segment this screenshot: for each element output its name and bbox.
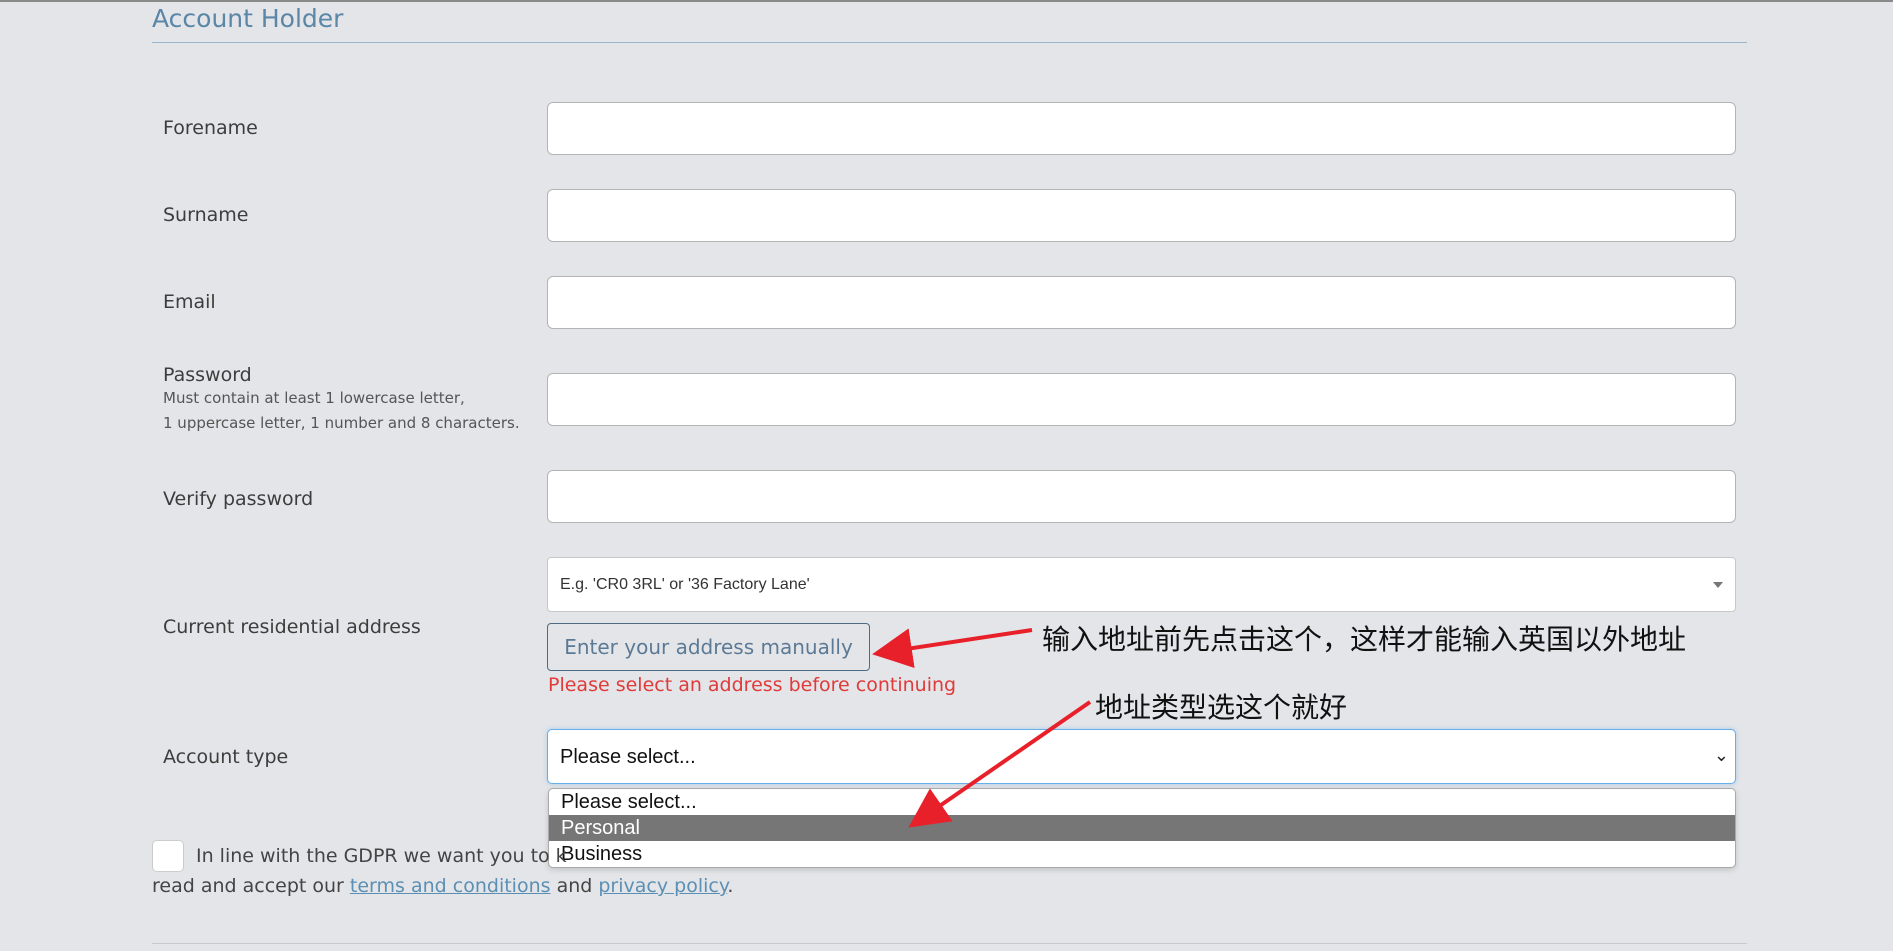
enter-address-manually-button[interactable]: Enter your address manually <box>547 623 870 671</box>
address-error-message: Please select an address before continui… <box>548 674 957 696</box>
address-placeholder: E.g. 'CR0 3RL' or '36 Factory Lane' <box>560 576 810 593</box>
surname-input[interactable] <box>547 189 1736 242</box>
email-label: Email <box>163 291 216 313</box>
annotation-account-type: 地址类型选这个就好 <box>1095 691 1348 724</box>
section-divider <box>152 42 1747 43</box>
account-type-select[interactable]: Please select... ⌄ <box>547 729 1736 784</box>
forename-label: Forename <box>163 117 258 139</box>
arrow-to-manual-button <box>872 628 1033 668</box>
gdpr-and: and <box>556 875 593 897</box>
gdpr-prefix: read and accept our <box>152 875 344 897</box>
chevron-down-icon: ⌄ <box>1713 745 1729 765</box>
surname-label: Surname <box>163 204 249 226</box>
gdpr-suffix: . <box>727 875 734 897</box>
password-hint-line-2: 1 uppercase letter, 1 number and 8 chara… <box>163 414 520 432</box>
password-label: Password <box>163 364 252 386</box>
option-please-select[interactable]: Please select... <box>549 789 1735 815</box>
password-label-group: Password Must contain at least 1 lowerca… <box>163 364 520 436</box>
gdpr-checkbox[interactable] <box>152 840 184 872</box>
account-type-dropdown: Please select... Personal Business <box>548 788 1736 868</box>
terms-link[interactable]: terms and conditions <box>350 875 551 897</box>
option-personal[interactable]: Personal <box>549 815 1735 841</box>
verify-password-label: Verify password <box>163 488 314 510</box>
top-border <box>0 0 1893 2</box>
option-business[interactable]: Business <box>549 841 1735 867</box>
gdpr-text-line-2: read and accept our terms and conditions… <box>152 875 733 897</box>
address-search-select[interactable]: E.g. 'CR0 3RL' or '36 Factory Lane' <box>547 557 1736 612</box>
bottom-divider <box>152 943 1747 944</box>
gdpr-text: In line with the GDPR we want you to k <box>196 845 567 867</box>
privacy-link[interactable]: privacy policy <box>598 875 727 897</box>
annotation-manual-address: 输入地址前先点击这个，这样才能输入英国以外地址 <box>1042 623 1687 656</box>
forename-input[interactable] <box>547 102 1736 155</box>
account-type-selected-value: Please select... <box>560 746 696 768</box>
section-title: Account Holder <box>152 4 344 33</box>
account-type-label: Account type <box>163 746 289 768</box>
password-input[interactable] <box>547 373 1736 426</box>
email-input[interactable] <box>547 276 1736 329</box>
address-label: Current residential address <box>163 616 421 638</box>
caret-down-icon <box>1713 582 1723 588</box>
verify-password-input[interactable] <box>547 470 1736 523</box>
password-hint-line-1: Must contain at least 1 lowercase letter… <box>163 389 465 407</box>
